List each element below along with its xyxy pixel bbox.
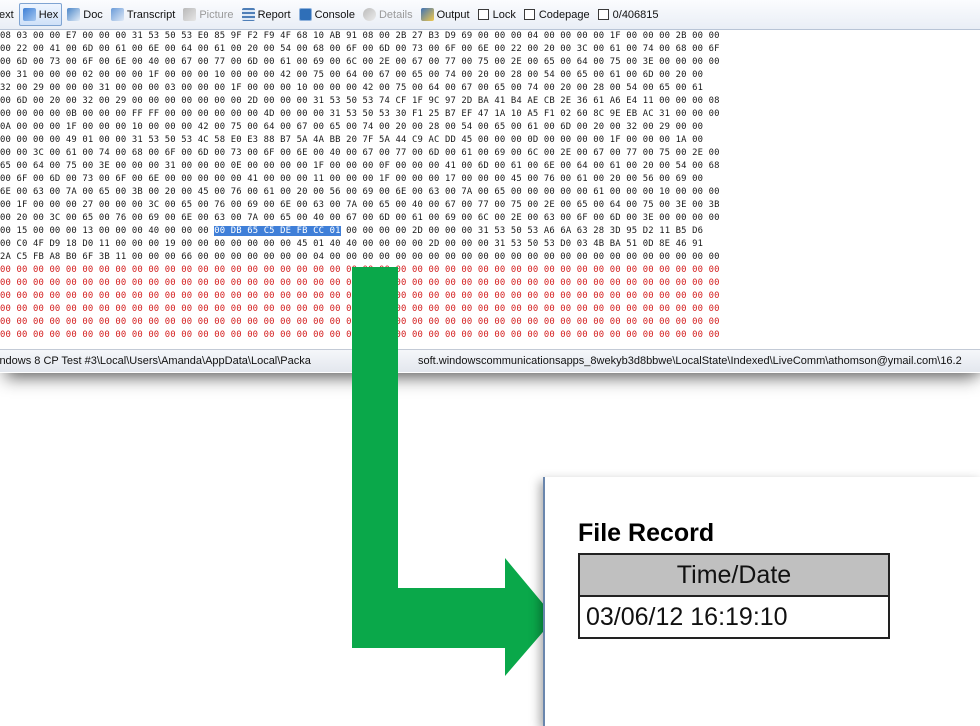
- time-date-value: 03/06/12 16:19:10: [578, 595, 890, 639]
- file-record-panel: File Record Time/Date 03/06/12 16:19:10: [543, 477, 980, 726]
- time-date-header: Time/Date: [578, 553, 890, 597]
- file-record-title: File Record: [578, 519, 715, 547]
- green-arrow-shape: [352, 267, 555, 676]
